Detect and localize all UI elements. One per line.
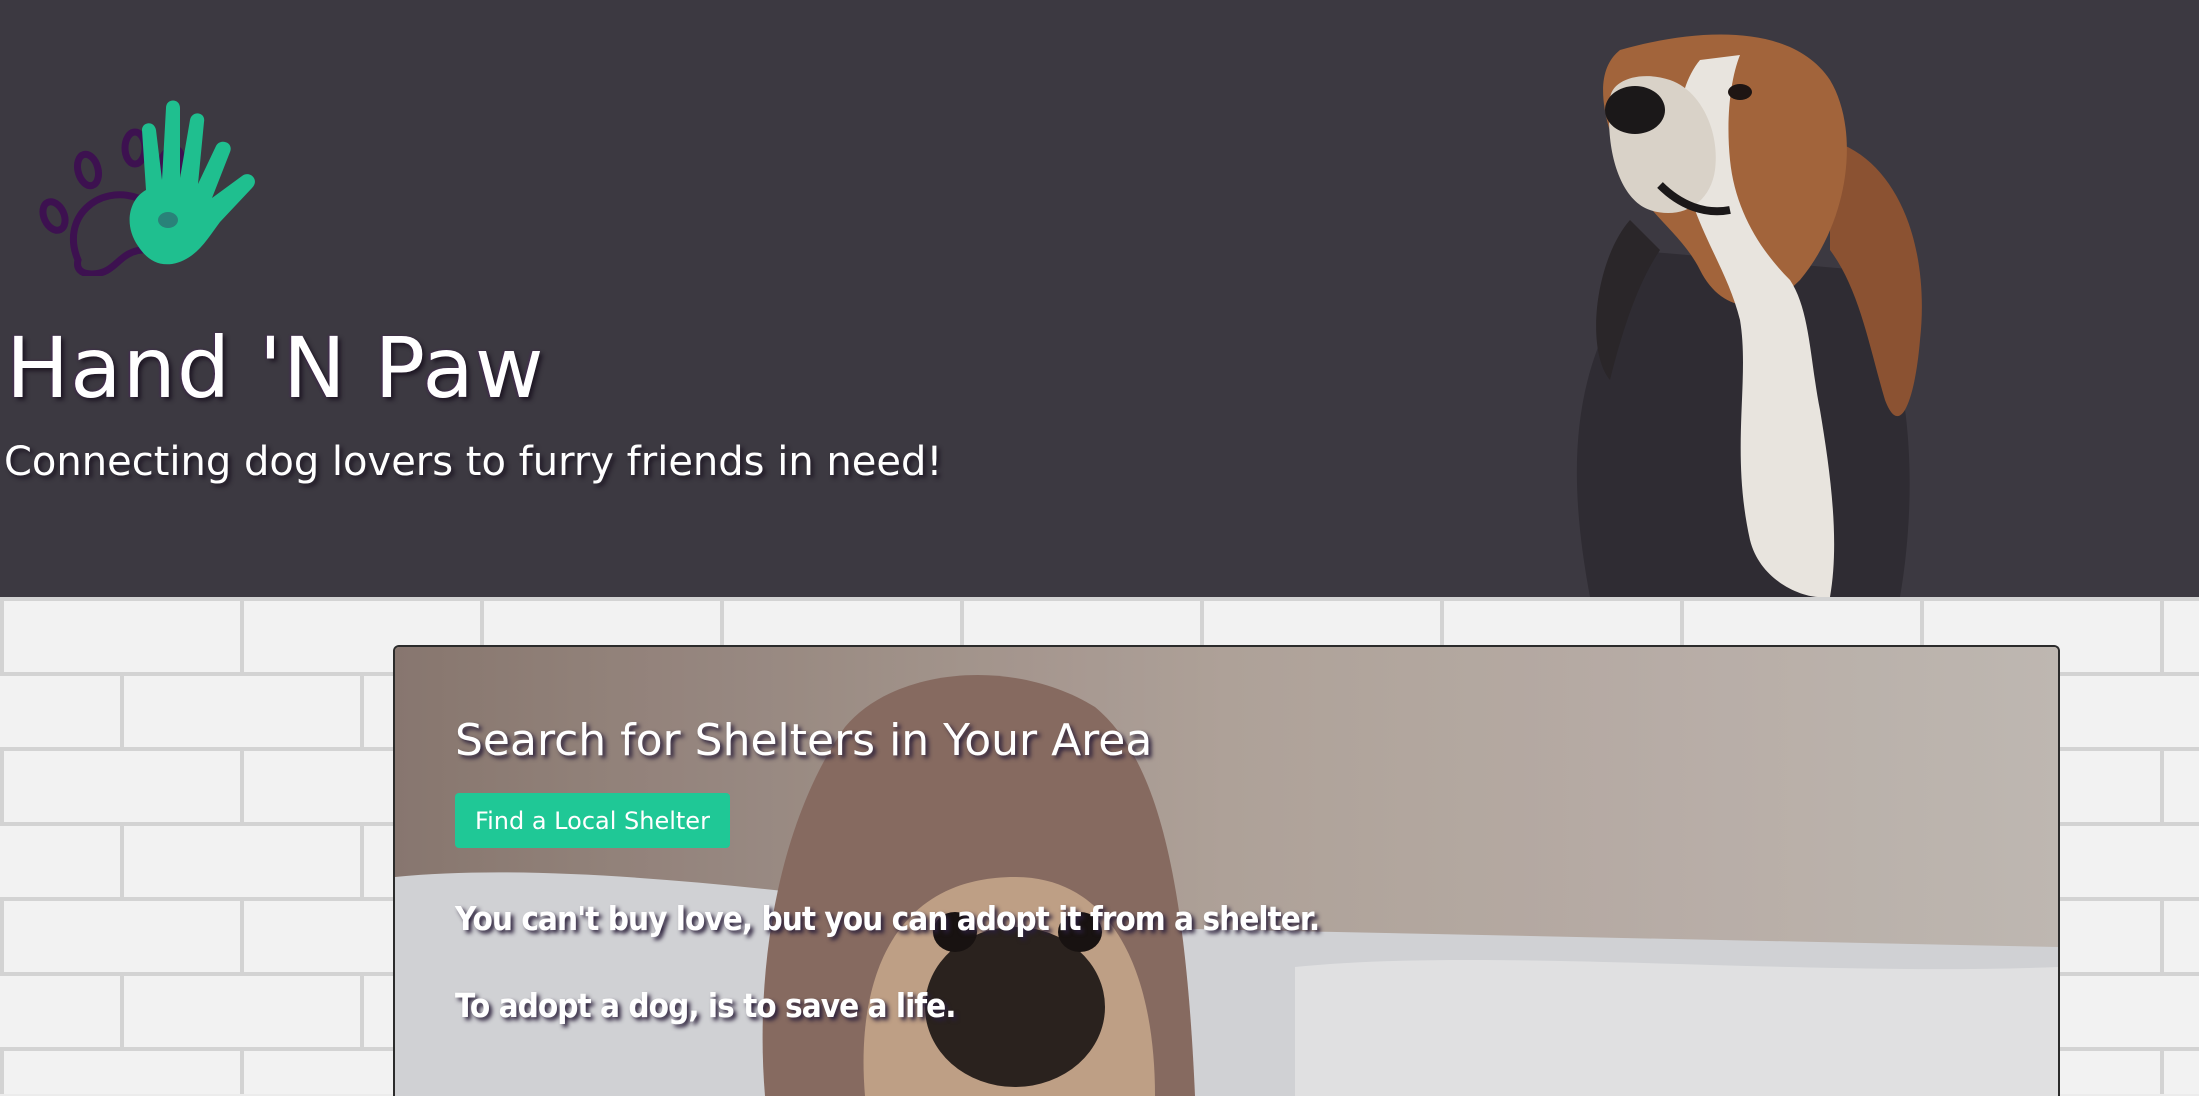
hand-and-paw-logo-icon	[39, 100, 255, 276]
site-tagline: Connecting dog lovers to furry friends i…	[4, 439, 943, 485]
site-title: Hand 'N Paw	[6, 319, 545, 417]
beagle-photo	[1576, 34, 1922, 597]
adoption-quote: To adopt a dog, is to save a life.	[455, 986, 957, 1025]
card-title: Search for Shelters in Your Area	[455, 715, 1153, 766]
shelter-search-card: Search for Shelters in Your Area Find a …	[393, 645, 2060, 1096]
site-header: Hand 'N Paw Connecting dog lovers to fur…	[0, 0, 2199, 597]
find-local-shelter-button[interactable]: Find a Local Shelter	[455, 793, 730, 848]
adoption-quote: You can't buy love, but you can adopt it…	[455, 899, 1320, 938]
